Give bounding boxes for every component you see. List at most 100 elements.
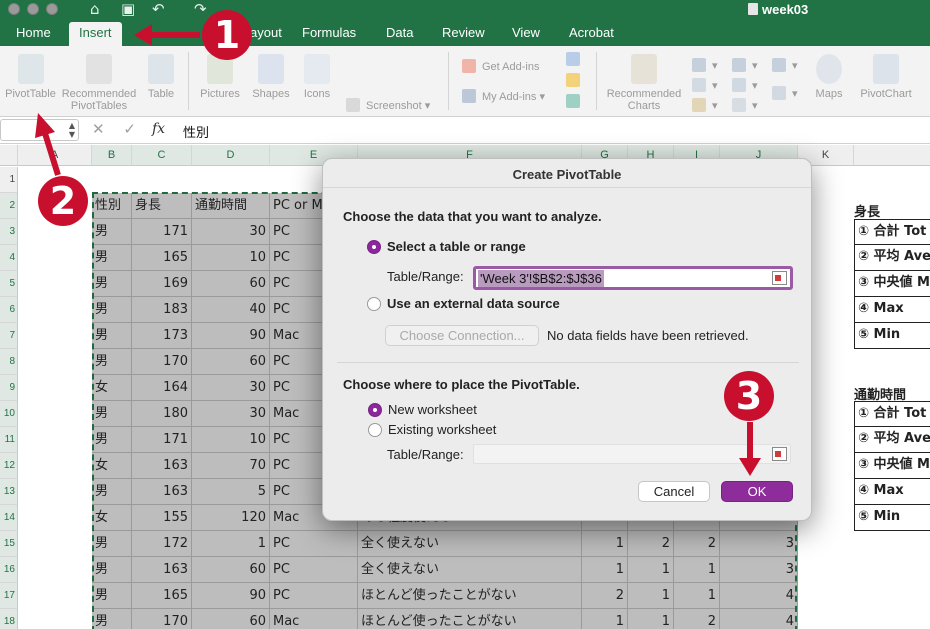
data-cell[interactable]: 男 (92, 401, 132, 427)
visio-icon[interactable] (566, 52, 586, 66)
row-header[interactable]: 1 (0, 167, 18, 193)
data-cell[interactable]: 60 (192, 609, 270, 629)
column-chart-icon[interactable]: ▾ (692, 58, 718, 72)
column-header-d[interactable]: D (192, 145, 270, 166)
row-header[interactable]: 8 (0, 349, 18, 375)
shapes-button[interactable]: Shapes (248, 54, 294, 100)
maps-button[interactable]: Maps (808, 54, 850, 100)
data-cell[interactable]: 1 (582, 531, 628, 557)
data-cell[interactable]: 全く使えない (358, 531, 582, 557)
data-cell[interactable]: 183 (132, 297, 192, 323)
data-cell[interactable]: PC (270, 531, 358, 557)
data-cell[interactable]: 1 (674, 557, 720, 583)
data-cell[interactable]: 60 (192, 557, 270, 583)
row-header[interactable]: 11 (0, 427, 18, 453)
column-header-a[interactable]: A (18, 145, 92, 166)
data-cell[interactable]: 全く使えない (358, 557, 582, 583)
data-cell[interactable]: 70 (192, 453, 270, 479)
waterfall-chart-icon[interactable]: ▾ (772, 58, 798, 72)
zoom-window-button[interactable] (46, 3, 58, 15)
row-header[interactable]: 7 (0, 323, 18, 349)
data-cell[interactable]: 5 (192, 479, 270, 505)
formula-input[interactable]: 性別 (183, 122, 209, 141)
row-header[interactable]: 2 (0, 193, 18, 219)
radio-select-table[interactable] (367, 240, 381, 254)
confirm-formula-icon[interactable]: ✓ (123, 120, 136, 138)
data-cell[interactable]: 60 (192, 271, 270, 297)
radio-external-source-label[interactable]: Use an external data source (387, 296, 560, 311)
row-header[interactable]: 3 (0, 219, 18, 245)
data-cell[interactable]: 163 (132, 557, 192, 583)
pictures-button[interactable]: Pictures (196, 54, 244, 100)
home-icon[interactable]: ⌂ (90, 0, 100, 18)
data-cell[interactable]: 男 (92, 271, 132, 297)
data-cell[interactable]: 男 (92, 609, 132, 629)
redo-icon[interactable]: ↷ (194, 0, 207, 18)
data-cell[interactable]: 164 (132, 375, 192, 401)
name-box[interactable]: ▲ ▼ (0, 119, 79, 141)
row-header[interactable]: 16 (0, 557, 18, 583)
data-cell[interactable]: 1 (582, 609, 628, 629)
data-cell[interactable]: 163 (132, 479, 192, 505)
data-cell[interactable]: PC (270, 557, 358, 583)
tab-data[interactable]: Data (386, 22, 413, 46)
data-cell[interactable]: 170 (132, 349, 192, 375)
radio-external-source[interactable] (367, 297, 381, 311)
data-cell[interactable]: 180 (132, 401, 192, 427)
data-cell[interactable]: 30 (192, 375, 270, 401)
data-cell[interactable]: 155 (132, 505, 192, 531)
line-chart-icon[interactable]: ▾ (692, 78, 718, 92)
recommended-charts-button[interactable]: Recommended Charts (604, 54, 684, 112)
column-header-c[interactable]: C (132, 145, 192, 166)
insert-function-icon[interactable]: fx (152, 121, 165, 137)
data-cell[interactable]: 男 (92, 245, 132, 271)
row-header[interactable]: 18 (0, 609, 18, 629)
row-header[interactable]: 9 (0, 375, 18, 401)
data-cell[interactable]: 40 (192, 297, 270, 323)
data-cell[interactable]: 1 (628, 557, 674, 583)
radio-existing-worksheet-label[interactable]: Existing worksheet (388, 422, 496, 437)
row-header[interactable]: 5 (0, 271, 18, 297)
choose-connection-button[interactable]: Choose Connection... (385, 325, 539, 346)
cancel-formula-icon[interactable]: ✕ (92, 120, 105, 138)
data-cell[interactable]: 173 (132, 323, 192, 349)
bing-maps-icon[interactable] (566, 73, 586, 87)
data-cell[interactable]: 男 (92, 349, 132, 375)
data-cell[interactable]: 男 (92, 427, 132, 453)
row-header[interactable]: 17 (0, 583, 18, 609)
header-cell[interactable]: 性別 (92, 193, 132, 219)
data-cell[interactable]: 3 (720, 557, 798, 583)
tab-acrobat[interactable]: Acrobat (569, 22, 614, 46)
data-cell[interactable]: 171 (132, 427, 192, 453)
row-header[interactable]: 12 (0, 453, 18, 479)
my-addins-button[interactable]: My Add-ins ▾ (462, 89, 545, 103)
cancel-button[interactable]: Cancel (638, 481, 710, 502)
range-picker-icon[interactable] (772, 271, 787, 285)
data-cell[interactable]: 10 (192, 245, 270, 271)
data-cell[interactable]: 170 (132, 609, 192, 629)
row-header[interactable]: 15 (0, 531, 18, 557)
tab-review[interactable]: Review (442, 22, 485, 46)
tab-page-layout[interactable]: ayout (250, 22, 282, 46)
row-header[interactable]: 6 (0, 297, 18, 323)
data-cell[interactable]: 60 (192, 349, 270, 375)
name-box-stepper[interactable]: ▲ ▼ (69, 121, 75, 139)
data-cell[interactable]: 30 (192, 401, 270, 427)
combo-chart-icon[interactable]: ▾ (772, 86, 798, 100)
data-cell[interactable]: PC (270, 583, 358, 609)
hierarchy-chart-icon[interactable]: ▾ (732, 58, 758, 72)
table-range-value[interactable]: 'Week 3'!$B$2:$J$36 (478, 270, 604, 287)
close-window-button[interactable] (8, 3, 20, 15)
data-cell[interactable]: 男 (92, 583, 132, 609)
minimize-window-button[interactable] (27, 3, 39, 15)
table-button[interactable]: Table (143, 54, 179, 100)
undo-icon[interactable]: ↶ (152, 0, 165, 18)
data-cell[interactable]: 女 (92, 505, 132, 531)
data-cell[interactable]: 4 (720, 583, 798, 609)
ok-button[interactable]: OK (721, 481, 793, 502)
column-header-b[interactable]: B (92, 145, 132, 166)
data-cell[interactable]: 2 (674, 531, 720, 557)
statistic-chart-icon[interactable]: ▾ (732, 78, 758, 92)
pivotchart-button[interactable]: PivotChart (856, 54, 916, 100)
tab-view[interactable]: View (512, 22, 540, 46)
